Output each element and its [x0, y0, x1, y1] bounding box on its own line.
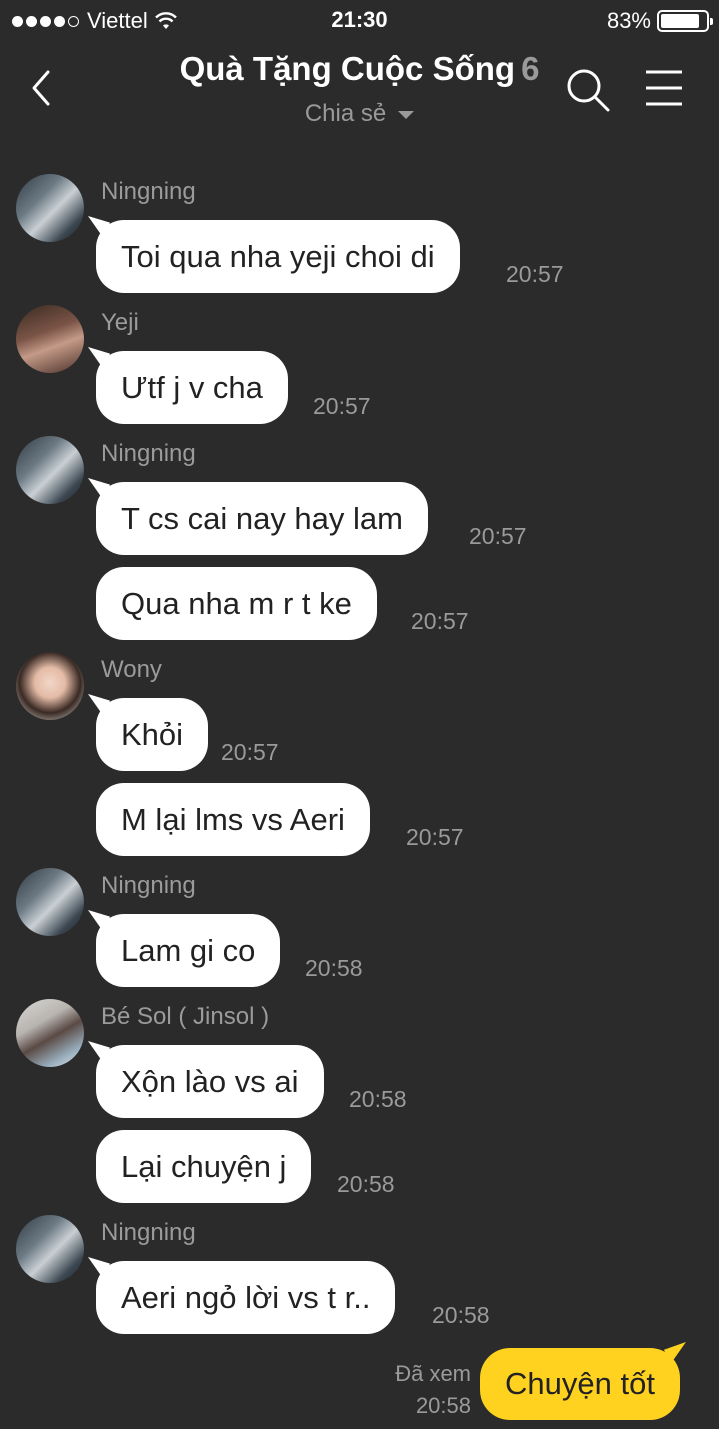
message-time: 20:57	[411, 608, 469, 634]
battery-icon	[657, 10, 713, 32]
chat-header: Quà Tặng Cuộc Sống 6 Chia sẻ	[0, 42, 719, 140]
menu-icon[interactable]	[642, 68, 686, 108]
group-name: Quà Tặng Cuộc Sống	[179, 50, 516, 87]
message-bubble[interactable]: Khỏi	[96, 698, 209, 771]
message-time: 20:57	[406, 824, 464, 850]
message-bubble[interactable]: T cs cai nay hay lam	[96, 482, 428, 555]
message-bubble[interactable]: Qua nha m r t ke	[96, 567, 377, 640]
message-bubble[interactable]: Aeri ngỏ lời vs t r..	[96, 1261, 396, 1334]
sender-name: Ningning	[101, 1219, 196, 1246]
sender-name: Bé Sol ( Jinsol )	[101, 1003, 270, 1030]
battery-percent: 83%	[606, 8, 651, 33]
message-bubble[interactable]: M lại lms vs Aeri	[96, 783, 370, 856]
seen-label: Đã xem	[395, 1361, 471, 1386]
message-bubble[interactable]: Toi qua nha yeji choi di	[96, 220, 460, 293]
own-message-bubble[interactable]: Chuyện tốt	[480, 1348, 680, 1420]
sender-name: Yeji	[101, 309, 139, 336]
message-time: 20:57	[221, 739, 279, 765]
chevron-down-icon	[398, 111, 415, 119]
message-time: 20:58	[415, 1393, 471, 1418]
avatar-ningning[interactable]	[16, 436, 84, 504]
avatar-wony[interactable]	[16, 652, 84, 720]
sender-name: Wony	[101, 656, 162, 683]
sender-name: Ningning	[101, 440, 196, 467]
avatar-yeji[interactable]	[16, 305, 84, 373]
avatar-ningning[interactable]	[16, 1215, 84, 1283]
message-time: 20:58	[337, 1171, 395, 1197]
message-bubble[interactable]: Ưtf j v cha	[96, 351, 288, 424]
member-count: 6	[521, 50, 540, 87]
message-time: 20:57	[469, 523, 527, 549]
sender-name: Ningning	[101, 872, 196, 899]
message-time: 20:58	[432, 1302, 490, 1328]
share-dropdown[interactable]: Chia sẻ	[304, 100, 415, 128]
message-time: 20:58	[349, 1086, 407, 1112]
read-receipt: Đã xem 20:58	[395, 1358, 471, 1422]
avatar-ningning[interactable]	[16, 174, 84, 242]
avatar-jinsol[interactable]	[16, 999, 84, 1067]
message-bubble[interactable]: Xộn lào vs ai	[96, 1045, 324, 1118]
message-time: 20:57	[313, 393, 371, 419]
sender-name: Ningning	[101, 178, 196, 205]
share-label: Chia sẻ	[304, 100, 387, 127]
status-right: 83%	[606, 8, 713, 34]
status-bar: Viettel 21:30 83%	[0, 0, 719, 42]
message-bubble[interactable]: Lam gi co	[96, 914, 281, 987]
message-time: 20:57	[506, 261, 564, 287]
search-icon[interactable]	[564, 66, 612, 114]
message-time: 20:58	[305, 955, 363, 981]
avatar-ningning[interactable]	[16, 868, 84, 936]
message-bubble[interactable]: Lại chuyện j	[96, 1130, 312, 1203]
